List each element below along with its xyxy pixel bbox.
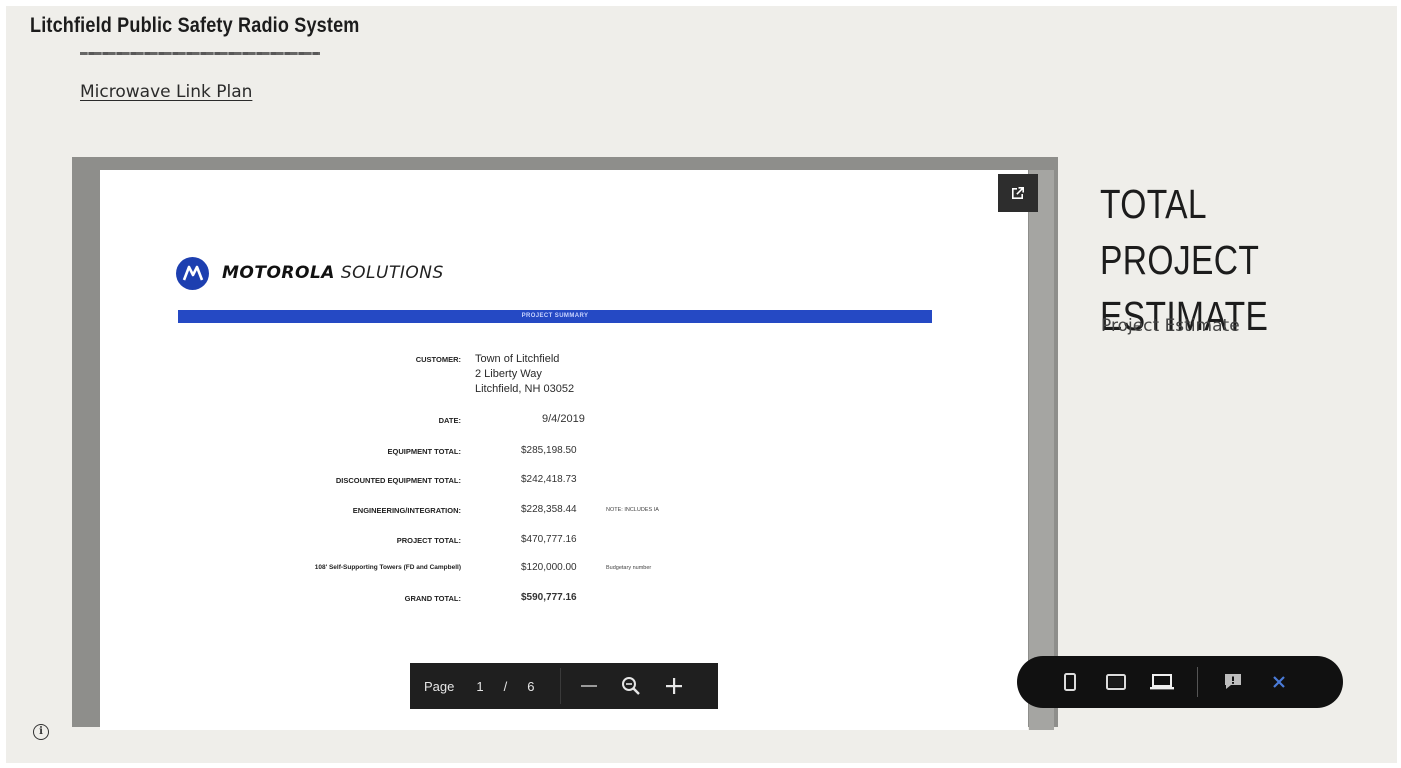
plus-icon	[666, 678, 683, 694]
phone-view-button[interactable]	[1047, 673, 1093, 691]
minus-icon	[581, 685, 598, 687]
summary-row-note: Budgetary number	[606, 565, 652, 571]
summary-row-value: 9/4/2019	[542, 413, 585, 425]
brand-light: SOLUTIONS	[340, 263, 444, 283]
page-separator: /	[503, 678, 508, 694]
summary-row-label: DATE:	[438, 416, 461, 425]
zoom-out-button[interactable]	[579, 684, 599, 688]
summary-row-label: GRAND TOTAL:	[404, 594, 461, 603]
summary-row-label: EQUIPMENT TOTAL:	[387, 447, 461, 456]
summary-row-label: ENGINEERING/INTEGRATION:	[352, 506, 461, 515]
tablet-icon	[1106, 674, 1126, 690]
laptop-icon	[1150, 674, 1174, 690]
tablet-view-button[interactable]	[1093, 674, 1139, 690]
summary-row-value: $285,198.50	[521, 445, 577, 456]
zoom-in-button[interactable]	[663, 678, 685, 694]
customer-line: Litchfield, NH 03052	[475, 383, 575, 395]
summary-row-value: $242,418.73	[521, 474, 577, 485]
heading-line: TOTAL PROJECT	[1100, 181, 1260, 283]
close-icon	[1273, 676, 1285, 688]
summary-row-value: $590,777.16	[521, 592, 577, 603]
summary-row-label: PROJECT TOTAL:	[396, 536, 461, 545]
comment-icon	[1225, 674, 1241, 689]
viewer-scrollbar[interactable]	[1029, 170, 1054, 730]
toolbar-divider	[560, 668, 562, 704]
close-button[interactable]	[1256, 675, 1302, 689]
device-preview-bar	[1017, 656, 1343, 708]
project-summary-banner: PROJECT SUMMARY	[178, 310, 932, 323]
current-page-input[interactable]: 1	[476, 679, 483, 694]
brand-bold: MOTOROLA	[222, 263, 335, 283]
phone-icon	[1064, 673, 1076, 691]
pill-divider	[1197, 667, 1198, 697]
brand-wordmark: MOTOROLA SOLUTIONS	[222, 263, 444, 283]
customer-line: 2 Liberty Way	[475, 368, 542, 380]
total-pages: 6	[527, 678, 535, 694]
customer-label: CUSTOMER:	[415, 355, 461, 364]
site-title: Litchfield Public Safety Radio System	[30, 14, 360, 37]
cropped-text-line	[80, 52, 320, 55]
microwave-link-plan-link[interactable]: Microwave Link Plan	[80, 82, 252, 102]
open-in-new-button[interactable]	[998, 174, 1038, 212]
summary-row-value: $470,777.16	[521, 534, 577, 545]
summary-row-label: DISCOUNTED EQUIPMENT TOTAL:	[335, 476, 461, 485]
info-icon[interactable]: i	[33, 724, 49, 740]
motorola-m-icon	[182, 265, 203, 280]
project-estimate-subtitle: Project Estimate	[1101, 316, 1240, 336]
page-label: Page	[424, 678, 455, 694]
open-in-new-icon	[1012, 187, 1024, 199]
summary-row-value: $228,358.44	[521, 504, 577, 515]
customer-line: Town of Litchfield	[475, 353, 560, 365]
zoom-icon	[622, 677, 641, 695]
pdf-toolbar: Page 1 / 6	[410, 663, 718, 709]
customer-address: Town of Litchfield 2 Liberty Way Litchfi…	[475, 352, 574, 397]
motorola-logo	[176, 257, 209, 290]
laptop-view-button[interactable]	[1139, 673, 1185, 691]
summary-row-note: NOTE: INCLUDES IA	[606, 507, 659, 513]
feedback-button[interactable]	[1210, 673, 1256, 691]
summary-row-value: $120,000.00	[521, 562, 577, 573]
zoom-fit-button[interactable]	[619, 676, 643, 696]
summary-row-label: 108' Self-Supporting Towers (FD and Camp…	[314, 564, 461, 571]
